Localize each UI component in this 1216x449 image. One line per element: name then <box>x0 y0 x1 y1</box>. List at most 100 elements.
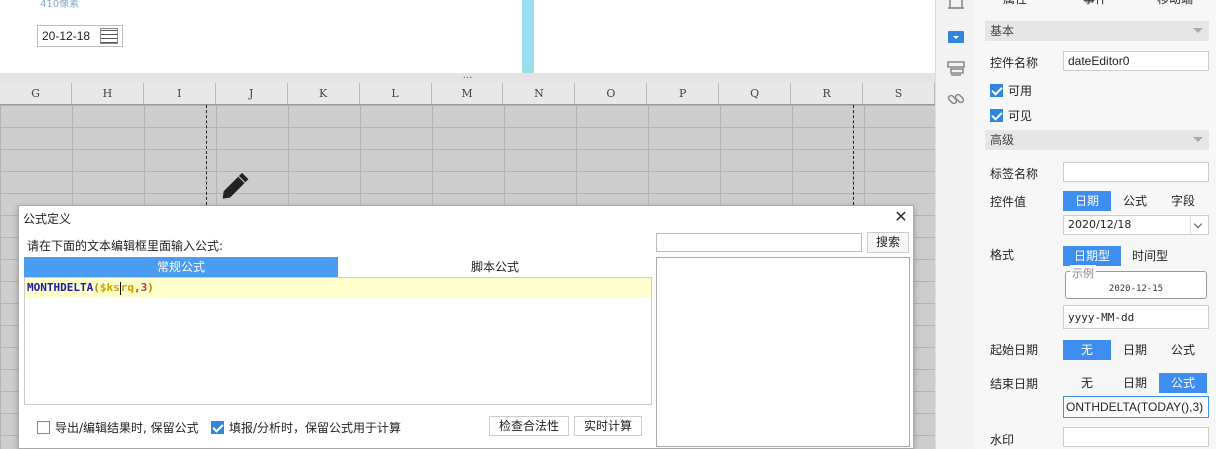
dialog-title: 公式定义 <box>23 212 72 226</box>
date-editor-value: 20-12-18 <box>42 29 91 43</box>
control-icon[interactable] <box>947 28 965 46</box>
start-date-label: 起始日期 <box>990 343 1039 357</box>
column-header-cell[interactable]: N <box>503 83 576 104</box>
column-header-cell[interactable]: O <box>575 83 648 104</box>
check-validity-button[interactable]: 检查合法性 <box>489 416 569 436</box>
tab-regular-formula[interactable]: 常规公式 <box>24 257 338 277</box>
format-pattern-input[interactable] <box>1063 305 1209 329</box>
formula-dialog: 公式定义 ✕ 请在下面的文本编辑框里面输入公式: 常规公式 脚本公式 MONTH… <box>18 205 914 449</box>
value-formula-option[interactable]: 公式 <box>1111 191 1159 211</box>
search-button[interactable]: 搜索 <box>867 232 909 253</box>
form-canvas: 410像素 20-12-18 <box>0 0 935 73</box>
formula-separator: , <box>133 281 141 294</box>
chevron-down-icon[interactable] <box>1193 137 1203 142</box>
example-legend: 示例 <box>1070 265 1096 281</box>
keep-formula-export-option[interactable]: 导出/编辑结果时, 保留公式 <box>37 419 199 436</box>
formula-paren-open: ( <box>93 281 100 294</box>
column-header-cell[interactable]: R <box>791 83 864 104</box>
column-header-cell[interactable]: S <box>863 83 935 104</box>
control-value-switch: 日期 公式 字段 <box>1063 191 1207 211</box>
page-break-line <box>853 105 854 205</box>
canvas-divider <box>522 0 534 73</box>
section-basic[interactable]: 基本 <box>985 21 1209 41</box>
checkbox-checked[interactable] <box>990 84 1003 97</box>
function-list[interactable] <box>656 257 910 447</box>
column-header-cell[interactable]: I <box>144 83 216 104</box>
end-date-option[interactable]: 日期 <box>1111 373 1159 393</box>
start-date-option[interactable]: 日期 <box>1111 340 1159 360</box>
visible-checkbox-row[interactable]: 可见 <box>990 107 1032 124</box>
end-none-option[interactable]: 无 <box>1063 373 1111 393</box>
value-field-option[interactable]: 字段 <box>1159 191 1207 211</box>
column-header-cell[interactable]: M <box>432 83 504 104</box>
visible-label: 可见 <box>1008 109 1033 123</box>
side-toolbar <box>935 0 975 449</box>
calendar-icon[interactable] <box>100 28 118 44</box>
end-formula-option[interactable]: 公式 <box>1159 373 1207 393</box>
layer-icon[interactable] <box>947 60 965 78</box>
checkbox-checked[interactable] <box>211 421 224 434</box>
example-value: 2020-12-15 <box>1108 284 1164 294</box>
tag-name-input[interactable] <box>1063 162 1209 182</box>
column-header-cell[interactable]: Q <box>719 83 792 104</box>
tab-script-formula[interactable]: 脚本公式 <box>338 257 652 277</box>
checkbox-unchecked[interactable] <box>37 421 50 434</box>
format-time-option[interactable]: 时间型 <box>1121 246 1179 266</box>
column-header: GHIJKLMNOPQRS <box>0 83 935 105</box>
canvas-blank-area <box>534 0 935 73</box>
realtime-calc-button[interactable]: 实时计算 <box>574 416 642 436</box>
chevron-down-icon[interactable] <box>1193 28 1203 33</box>
option-label: 导出/编辑结果时, 保留公式 <box>55 421 199 435</box>
date-editor-widget[interactable]: 20-12-18 <box>37 25 123 47</box>
section-advanced[interactable]: 高级 <box>985 130 1209 150</box>
link-icon[interactable] <box>947 90 965 108</box>
column-header-cell[interactable]: K <box>288 83 360 104</box>
formula-editor[interactable]: MONTHDELTA($ksrq,3) <box>24 277 652 405</box>
frame-icon[interactable] <box>947 0 965 12</box>
format-switch: 日期型 时间型 <box>1063 246 1179 266</box>
column-header-cell[interactable]: H <box>72 83 144 104</box>
column-header-cell[interactable]: P <box>647 83 720 104</box>
tab-mobile[interactable]: 移动端 <box>1135 0 1215 10</box>
keep-formula-fill-option[interactable]: 填报/分析时，保留公式用于计算 <box>211 419 401 436</box>
format-date-option[interactable]: 日期型 <box>1063 246 1121 266</box>
tab-properties[interactable]: 属性 <box>975 0 1055 10</box>
end-formula-input[interactable] <box>1063 396 1209 418</box>
column-header-cell[interactable]: J <box>216 83 288 104</box>
tab-events[interactable]: 事件 <box>1055 0 1135 10</box>
chevron-down-icon[interactable] <box>1190 216 1208 234</box>
start-date-switch: 无 日期 公式 <box>1063 340 1207 360</box>
column-header-cell[interactable]: G <box>0 83 72 104</box>
end-date-switch: 无 日期 公式 <box>1063 373 1207 393</box>
page-break-line <box>206 105 207 205</box>
pencil-icon <box>222 172 249 199</box>
checkbox-checked[interactable] <box>990 109 1003 122</box>
close-icon[interactable]: ✕ <box>891 207 911 227</box>
function-search-input[interactable] <box>656 233 862 252</box>
start-formula-option[interactable]: 公式 <box>1159 340 1207 360</box>
start-none-option[interactable]: 无 <box>1063 340 1111 360</box>
formula-line: MONTHDELTA($ksrq,3) <box>25 278 651 297</box>
tag-name-label: 标签名称 <box>990 167 1039 181</box>
selected-date: 2020/12/18 <box>1068 218 1132 231</box>
enabled-label: 可用 <box>1008 84 1033 98</box>
formula-variable-a: $ks <box>99 281 120 294</box>
formula-paren-close: ) <box>147 281 154 294</box>
control-name-input[interactable] <box>1063 51 1209 71</box>
date-value-select[interactable]: 2020/12/18 <box>1063 215 1209 235</box>
pane-splitter[interactable]: ... <box>0 70 935 83</box>
value-date-option[interactable]: 日期 <box>1063 191 1111 211</box>
control-value-label: 控件值 <box>990 195 1027 209</box>
size-note: 410像素 <box>40 0 80 10</box>
enabled-checkbox-row[interactable]: 可用 <box>990 82 1032 99</box>
section-title: 高级 <box>990 133 1015 147</box>
watermark-input[interactable] <box>1063 427 1209 447</box>
property-panel: 属性 事件 移动端 基本 控件名称 可用 可见 高级 标签名称 控件值 日期 公… <box>975 0 1216 449</box>
end-date-label: 结束日期 <box>990 377 1039 391</box>
column-header-cell[interactable]: L <box>360 83 432 104</box>
section-title: 基本 <box>990 24 1015 38</box>
watermark-label: 水印 <box>990 433 1015 447</box>
option-label: 填报/分析时，保留公式用于计算 <box>229 421 402 435</box>
format-label: 格式 <box>990 248 1015 262</box>
splitter-grip: ... <box>462 70 473 81</box>
